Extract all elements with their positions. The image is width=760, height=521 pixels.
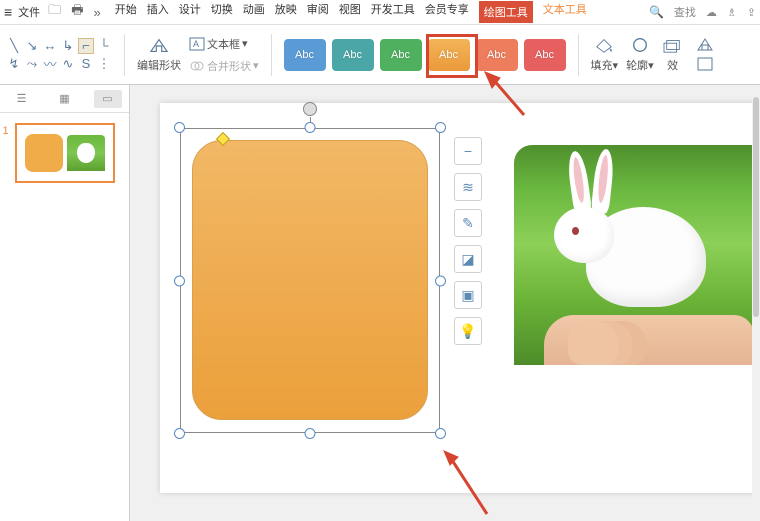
view-switcher: ☰ ▦ ▭ — [0, 85, 129, 113]
tab-dev[interactable]: 开发工具 — [371, 1, 415, 23]
ribbon-tabs: 开始 插入 设计 切换 动画 放映 审阅 视图 开发工具 会员专享 绘图工具 文… — [115, 1, 587, 23]
slide-number: 1 — [3, 125, 9, 137]
shape-styles-gallery: Abc Abc Abc Abc Abc Abc — [284, 39, 566, 71]
frame-icon[interactable]: ▣ — [454, 281, 482, 309]
shape-wave2-icon[interactable]: ∿ — [60, 56, 76, 72]
svg-text:A: A — [193, 39, 199, 49]
tab-vip[interactable]: 会员专享 — [425, 1, 469, 23]
scrollbar-thumb[interactable] — [753, 97, 759, 317]
shape-arrow-icon[interactable]: ↘ — [24, 38, 40, 54]
style-blue[interactable]: Abc — [284, 39, 326, 71]
shape-s-icon[interactable]: S — [78, 56, 94, 72]
effects-button[interactable]: 效 — [662, 36, 684, 73]
style-coral[interactable]: Abc — [476, 39, 518, 71]
normal-view-icon[interactable]: ▭ — [94, 90, 122, 108]
tab-text-tools[interactable]: 文本工具 — [543, 1, 587, 23]
rabbit-ear — [566, 150, 592, 214]
human-hand — [544, 315, 754, 365]
selected-shape-container[interactable] — [180, 128, 440, 433]
align-icon[interactable] — [696, 56, 714, 72]
resize-handle-tl[interactable] — [174, 122, 185, 133]
resize-handle-b[interactable] — [305, 428, 316, 439]
slide-thumbnail-1[interactable]: 1 — [15, 123, 115, 183]
tab-slideshow[interactable]: 放映 — [275, 1, 297, 23]
tab-animation[interactable]: 动画 — [243, 1, 265, 23]
outline-view-icon[interactable]: ☰ — [8, 90, 36, 108]
tab-design[interactable]: 设计 — [179, 1, 201, 23]
menu-icon[interactable]: ≡ — [4, 4, 12, 20]
style-red[interactable]: Abc — [524, 39, 566, 71]
shape-curve-icon[interactable]: ↯ — [6, 56, 22, 72]
rabbit-image[interactable] — [514, 145, 760, 365]
user-icon[interactable]: ♗ — [727, 6, 737, 19]
floating-toolbar: − ≋ ✎ ◪ ▣ 💡 — [454, 137, 482, 345]
resize-handle-l[interactable] — [174, 275, 185, 286]
shape-doublearrow-icon[interactable]: ↔ — [42, 38, 58, 54]
tab-review[interactable]: 审阅 — [307, 1, 329, 23]
resize-handle-t[interactable] — [305, 122, 316, 133]
shape-more-icon[interactable]: ⋮ — [96, 56, 112, 72]
zoom-out-icon[interactable]: − — [454, 137, 482, 165]
tab-home[interactable]: 开始 — [115, 1, 137, 23]
layers-icon[interactable]: ≋ — [454, 173, 482, 201]
shape-elbow2-icon[interactable]: └ — [96, 38, 112, 54]
search-icon[interactable]: 🔍 — [649, 5, 664, 19]
rabbit-ear — [591, 148, 616, 214]
search-label[interactable]: 查找 — [674, 4, 696, 20]
merge-shapes-button: 合并形状▾ — [189, 58, 259, 74]
more-icon[interactable]: » — [91, 3, 102, 22]
shape-connector-icon[interactable]: ↳ — [60, 38, 76, 54]
resize-handle-tr[interactable] — [435, 122, 446, 133]
tab-drawing-tools[interactable]: 绘图工具 — [479, 1, 533, 23]
shape-line-icon[interactable]: ╲ — [6, 38, 22, 54]
shape-elbow-icon[interactable]: ⌐ — [78, 38, 94, 54]
outline-button[interactable]: 轮廓▾ — [626, 36, 654, 73]
fill-button[interactable]: 填充▾ — [591, 36, 619, 73]
eyedropper-icon[interactable]: ✎ — [454, 209, 482, 237]
shape3d-icon[interactable] — [696, 37, 714, 53]
idea-icon[interactable]: 💡 — [454, 317, 482, 345]
rabbit-eye — [572, 227, 579, 235]
slide-canvas[interactable]: − ≋ ✎ ◪ ▣ 💡 — [160, 103, 760, 493]
tab-transition[interactable]: 切换 — [211, 1, 233, 23]
share-icon[interactable]: ⇪ — [747, 6, 756, 19]
style-teal[interactable]: Abc — [332, 39, 374, 71]
style-green[interactable]: Abc — [380, 39, 422, 71]
tab-insert[interactable]: 插入 — [147, 1, 169, 23]
edit-shape-button[interactable]: 编辑形状 — [137, 37, 181, 73]
grid-view-icon[interactable]: ▦ — [51, 90, 79, 108]
slide-thumbnail-panel: ☰ ▦ ▭ 1 — [0, 85, 130, 521]
file-menu[interactable]: 文件 — [18, 4, 40, 20]
shape-zigzag-icon[interactable]: ⤳ — [24, 56, 40, 72]
ribbon-toolbar: ╲ ↘ ↔ ↳ ⌐ └ ↯ ⤳ 〰 ∿ S ⋮ 编辑形状 A 文本框▾ 合并形状… — [0, 25, 760, 85]
thumbnail-image-preview — [67, 135, 105, 171]
cloud-icon[interactable]: ☁ — [706, 6, 717, 19]
thumbnail-shape-preview — [25, 134, 63, 172]
title-bar: ≡ 文件 🗀 🖶 » 开始 插入 设计 切换 动画 放映 审阅 视图 开发工具 … — [0, 0, 760, 25]
rounded-rectangle-shape[interactable] — [192, 140, 428, 420]
style-orange[interactable]: Abc — [428, 39, 470, 71]
shape-gallery[interactable]: ╲ ↘ ↔ ↳ ⌐ └ ↯ ⤳ 〰 ∿ S ⋮ — [6, 38, 112, 72]
image-crop-icon[interactable]: ◪ — [454, 245, 482, 273]
textbox-button[interactable]: A 文本框▾ — [189, 36, 259, 52]
resize-handle-r[interactable] — [435, 275, 446, 286]
rabbit-head — [554, 207, 614, 263]
save-icon[interactable]: 🗀 — [46, 0, 63, 25]
canvas-area: − ≋ ✎ ◪ ▣ 💡 — [130, 85, 760, 521]
vertical-scrollbar[interactable] — [752, 85, 760, 521]
tab-view[interactable]: 视图 — [339, 1, 361, 23]
shape-wave-icon[interactable]: 〰 — [42, 56, 58, 72]
print-icon[interactable]: 🖶 — [69, 0, 85, 25]
rotate-handle[interactable] — [303, 102, 317, 116]
resize-handle-bl[interactable] — [174, 428, 185, 439]
resize-handle-br[interactable] — [435, 428, 446, 439]
